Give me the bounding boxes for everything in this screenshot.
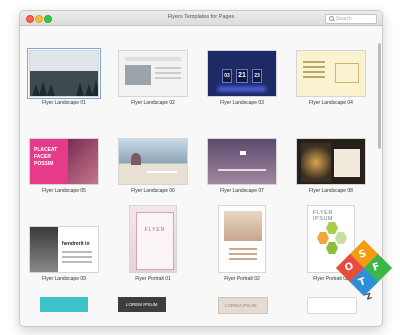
template-partial-3[interactable]: LOREM IPSUM	[218, 297, 268, 314]
template-partial-2[interactable]: LOREM IPSUM	[118, 297, 166, 312]
template-label: Flyer Landscape 08	[309, 188, 353, 194]
search-placeholder: Search	[336, 15, 352, 22]
search-icon	[329, 15, 334, 21]
scrollbar[interactable]	[378, 43, 381, 149]
search-input[interactable]: Search	[325, 13, 377, 24]
template-label: Flyer Landscape 09	[42, 276, 86, 282]
template-label: Flyer Portrait 01	[135, 276, 171, 282]
template-thumbnail	[296, 138, 366, 185]
template-thumbnail	[218, 205, 266, 273]
template-label: Flyer Landscape 06	[131, 188, 175, 194]
template-thumbnail	[118, 138, 188, 185]
template-label: Flyer Portrait 02	[224, 276, 260, 282]
template-label: Flyer Landscape 03	[220, 100, 264, 106]
title-bar[interactable]: Flyers Templates for Pages Search	[20, 11, 382, 26]
template-thumbnail	[207, 138, 277, 185]
template-thumbnail: hendrerit in	[29, 226, 99, 273]
template-label: Flyer Landscape 05	[42, 188, 86, 194]
template-partial-1[interactable]	[40, 297, 88, 312]
template-thumbnail	[27, 48, 101, 99]
template-thumbnail	[118, 50, 188, 97]
watermark-logo: S O F T Z	[332, 239, 393, 312]
template-label: Flyer Landscape 01	[42, 100, 86, 106]
template-thumbnail	[296, 50, 366, 97]
template-thumbnail: FLYER	[129, 205, 177, 273]
template-thumbnail: PLACEAT FACER POSSIM	[29, 138, 99, 185]
template-label: Flyer Landscape 02	[131, 100, 175, 106]
template-thumbnail: 03 21 23	[207, 50, 277, 97]
template-label: Flyer Landscape 07	[220, 188, 264, 194]
template-label: Flyer Landscape 04	[309, 100, 353, 106]
